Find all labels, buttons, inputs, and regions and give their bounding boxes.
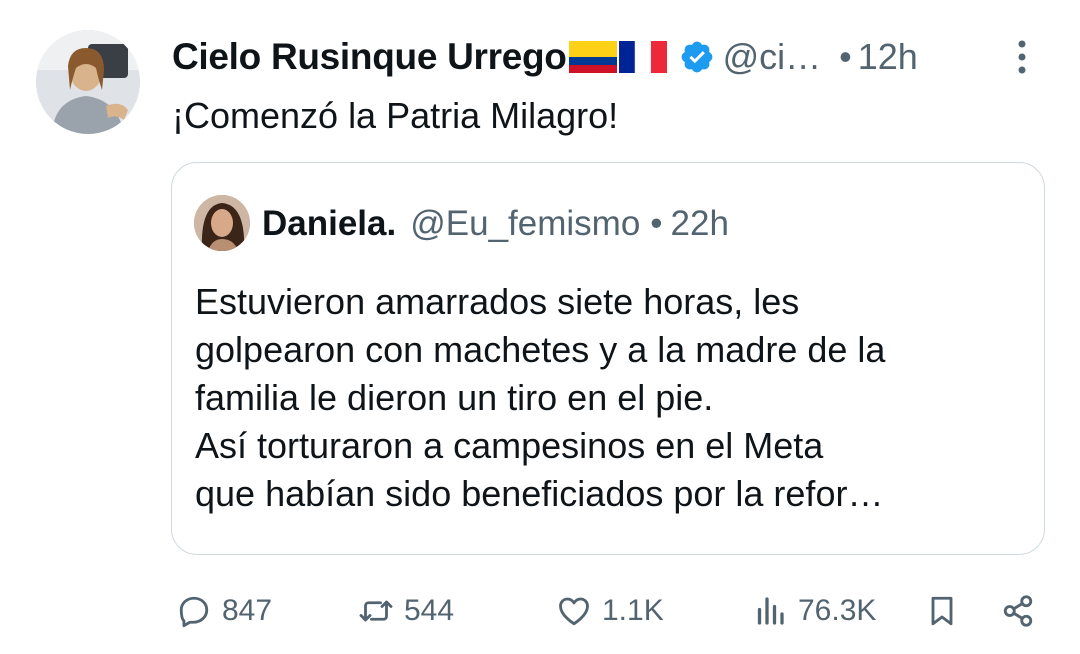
views-count: 76.3K: [798, 594, 877, 627]
quoted-tweet-header: Daniela. @Eu_femismo • 22h: [262, 201, 729, 247]
tweet-header: Cielo Rusinque Urrego @ci… • 12h: [172, 30, 1052, 84]
tweet-timestamp[interactable]: 12h: [858, 36, 918, 78]
quoted-text-line: Estuvieron amarrados siete horas, les: [195, 281, 800, 322]
france-flag-icon: [618, 41, 667, 73]
author-avatar-image: [36, 30, 140, 134]
tweet-text: ¡Comenzó la Patria Milagro!: [172, 95, 619, 136]
quoted-author-name: Daniela.: [262, 204, 397, 243]
quoted-author-avatar: [194, 195, 250, 251]
action-bar: 847 544 1.1K 76.3K: [0, 586, 1080, 636]
views-chart-icon: [757, 597, 784, 625]
share-icon[interactable]: [1000, 592, 1036, 630]
quoted-text-line: Así torturaron a campesinos en el Meta: [195, 425, 824, 466]
quoted-author-handle: @Eu_femismo: [410, 204, 641, 243]
quoted-text-line: familia le dieron un tiro en el pie.: [195, 377, 714, 418]
quoted-author-avatar-image: [194, 195, 250, 251]
author-name[interactable]: Cielo Rusinque Urrego: [172, 36, 567, 78]
reply-button[interactable]: 847: [176, 586, 272, 636]
repost-icon: [359, 600, 393, 622]
bookmark-icon[interactable]: [924, 592, 960, 630]
quoted-text-line: golpearon con machetes y a la madre de l…: [195, 329, 886, 370]
views-button[interactable]: 76.3K: [752, 586, 876, 636]
repost-button[interactable]: 544: [358, 586, 454, 636]
quoted-tweet-text: Estuvieron amarrados siete horas, les go…: [195, 278, 1025, 518]
separator-dot: •: [839, 36, 852, 77]
author-handle[interactable]: @ci…: [723, 36, 822, 78]
verified-badge-icon: [681, 41, 712, 73]
quoted-text-line: que habían sido beneficiados por la refo…: [195, 473, 884, 514]
reply-count: 847: [222, 594, 273, 627]
author-avatar[interactable]: [36, 30, 140, 134]
repost-count: 544: [404, 594, 455, 627]
heart-icon: [559, 597, 589, 626]
colombia-flag-icon: [568, 41, 617, 73]
like-button[interactable]: 1.1K: [556, 586, 664, 636]
reply-icon: [179, 596, 209, 628]
quoted-tweet-card[interactable]: Daniela. @Eu_femismo • 22h Estuvieron am…: [171, 162, 1045, 555]
separator-dot: •: [650, 204, 663, 243]
like-count: 1.1K: [602, 594, 664, 627]
more-options-icon[interactable]: [1014, 38, 1030, 76]
quoted-tweet-timestamp: 22h: [670, 204, 729, 243]
